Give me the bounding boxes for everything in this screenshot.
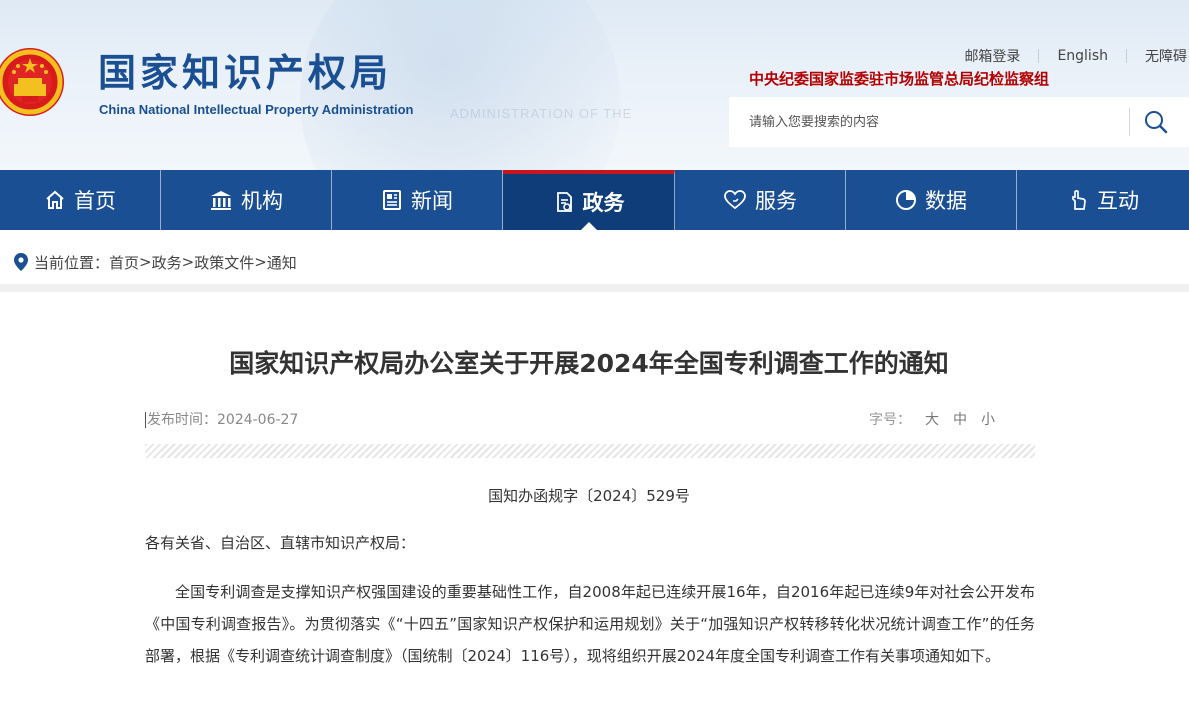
breadcrumb-separator: >	[139, 253, 152, 271]
font-size-medium[interactable]: 中	[953, 409, 967, 429]
nav-item-home[interactable]: 首页	[0, 170, 161, 230]
font-size-label: 字号：	[869, 412, 911, 428]
breadcrumb-separator: >	[181, 253, 195, 271]
article-paragraph: 全国专利调查是支撑知识产权强国建设的重要基础性工作，自2008年起已连续开展16…	[145, 583, 1035, 665]
search-button[interactable]	[1130, 97, 1182, 147]
text-cursor	[145, 412, 146, 428]
nav-label-government-affairs: 政务	[582, 191, 625, 215]
site-header: ADMINISTRATION OF THE 国家知识产权局 China Nati…	[0, 0, 1189, 170]
publish-info: 发布时间：2024-06-27	[145, 409, 298, 429]
hatched-divider	[145, 444, 1035, 458]
breadcrumb-prefix: 当前位置：	[34, 253, 110, 272]
salutation: 各有关省、自治区、直辖市知识产权局：	[145, 534, 416, 552]
main-nav: 首页 机构 新闻 政务 服务 数据 互动	[0, 170, 1189, 230]
top-links: 邮箱登录 English 无障碍	[946, 46, 1189, 66]
search-input[interactable]	[729, 97, 1129, 147]
nav-item-institution[interactable]: 机构	[161, 170, 332, 230]
heart-hand-icon	[724, 190, 746, 210]
nav-label-home: 首页	[74, 189, 116, 213]
site-title[interactable]: 国家知识产权局	[98, 50, 392, 96]
english-link[interactable]: English	[1039, 48, 1126, 64]
breadcrumb: 当前位置： 首页 > 政务 > 政策文件 > 通知	[0, 240, 1189, 284]
publish-date: 2024-06-27	[217, 412, 299, 428]
article-meta: 发布时间：2024-06-27 字号： 大 中 小	[145, 408, 1035, 430]
hand-pointer-icon	[1072, 190, 1086, 210]
discipline-inspection-link[interactable]: 中央纪委国家监委驻市场监管总局纪检监察组	[749, 68, 1049, 89]
nav-item-service[interactable]: 服务	[675, 170, 846, 230]
header-watermark: ADMINISTRATION OF THE	[450, 106, 633, 121]
section-divider	[0, 284, 1189, 292]
breadcrumb-home[interactable]: 首页	[109, 252, 139, 273]
mail-login-link[interactable]: 邮箱登录	[946, 46, 1038, 66]
nav-item-interaction[interactable]: 互动	[1017, 170, 1189, 230]
national-emblem-logo[interactable]	[0, 38, 70, 124]
location-pin-icon	[14, 253, 28, 271]
article-title: 国家知识产权局办公室关于开展2024年全国专利调查工作的通知	[229, 349, 949, 378]
breadcrumb-notice[interactable]: 通知	[267, 252, 297, 273]
search-box	[729, 97, 1189, 147]
document-number: 国知办函规字〔2024〕529号	[488, 487, 690, 505]
font-size-switcher: 字号： 大 中 小	[869, 409, 1035, 429]
institution-icon	[211, 191, 231, 210]
font-size-large[interactable]: 大	[925, 409, 939, 429]
publish-label: 发布时间：	[147, 412, 217, 428]
news-icon	[383, 190, 401, 210]
nav-label-service: 服务	[755, 189, 797, 213]
breadcrumb-separator: >	[254, 253, 267, 271]
search-icon	[1145, 111, 1168, 134]
nav-item-data[interactable]: 数据	[846, 170, 1017, 230]
nav-label-interaction: 互动	[1097, 189, 1139, 213]
document-icon	[556, 192, 572, 212]
nav-item-government-affairs[interactable]: 政务	[503, 170, 675, 230]
nav-item-news[interactable]: 新闻	[332, 170, 503, 230]
nav-label-data: 数据	[925, 189, 967, 213]
site-subtitle: China National Intellectual Property Adm…	[99, 102, 414, 117]
accessibility-link[interactable]: 无障碍	[1127, 46, 1189, 66]
font-size-small[interactable]: 小	[981, 409, 995, 429]
home-icon	[46, 190, 64, 209]
breadcrumb-government-affairs[interactable]: 政务	[152, 252, 182, 273]
breadcrumb-policy-documents[interactable]: 政策文件	[194, 252, 254, 273]
nav-label-news: 新闻	[411, 189, 453, 213]
pie-chart-icon	[896, 190, 916, 210]
nav-label-institution: 机构	[241, 189, 283, 213]
